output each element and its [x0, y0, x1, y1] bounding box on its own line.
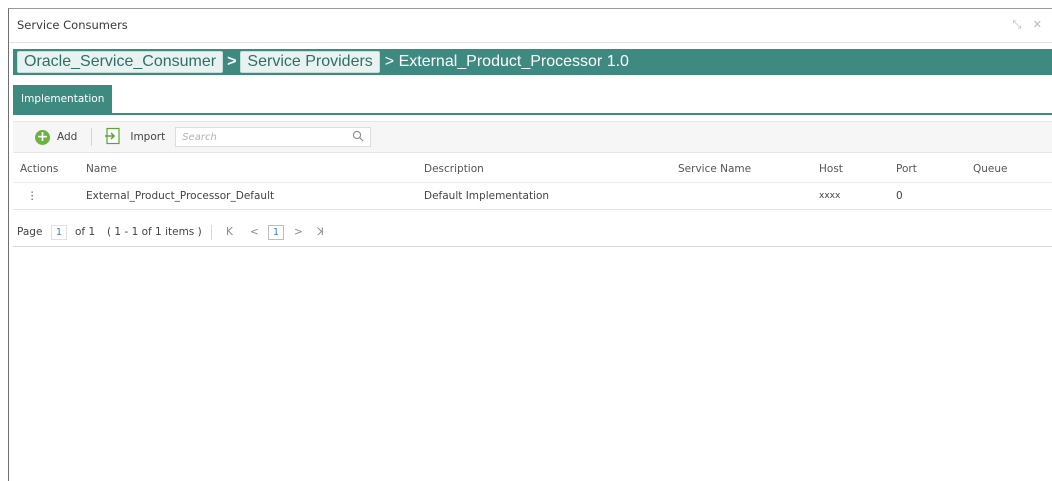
page-label: Page: [17, 226, 43, 238]
row-host: xxxx: [819, 191, 841, 201]
window-controls[interactable]: ⤡ ✕: [1012, 18, 1046, 32]
items-info: ( 1 - 1 of 1 items ): [107, 226, 202, 238]
current-page-button[interactable]: 1: [268, 225, 284, 240]
pager-divider: [211, 225, 212, 240]
table-header: Actions Name Description Service Name Ho…: [13, 156, 1052, 182]
row-port: 0: [896, 190, 903, 202]
pagination: Page 1 of 1 ( 1 - 1 of 1 items ) K < 1 >…: [13, 218, 1052, 247]
column-header-name[interactable]: Name: [86, 156, 117, 182]
toolbar: + Add Import: [13, 121, 1052, 153]
table-row[interactable]: ⋮ External_Product_Processor_Default Def…: [13, 182, 1052, 210]
plus-icon: +: [35, 128, 50, 145]
last-page-icon[interactable]: ꓘ: [317, 218, 324, 246]
import-icon: [104, 127, 122, 148]
add-button[interactable]: + Add: [35, 122, 77, 152]
breadcrumb-current: > External_Product_Processor 1.0: [384, 53, 629, 70]
breadcrumb: Oracle_Service_Consumer > Service Provid…: [13, 49, 1052, 75]
import-button-label: Import: [130, 131, 166, 143]
add-button-label: Add: [57, 131, 78, 143]
breadcrumb-separator: >: [227, 53, 237, 70]
first-page-icon[interactable]: K: [226, 218, 233, 246]
column-header-actions[interactable]: Actions: [20, 156, 58, 182]
column-header-description[interactable]: Description: [424, 156, 484, 182]
window-title: Service Consumers: [17, 18, 128, 32]
search-box: [175, 127, 372, 147]
next-page-icon[interactable]: >: [294, 218, 303, 246]
service-consumers-window: Service Consumers ⤡ ✕ Oracle_Service_Con…: [8, 8, 1052, 481]
toolbar-divider: [91, 128, 93, 146]
column-header-port[interactable]: Port: [896, 156, 917, 182]
import-button[interactable]: Import: [104, 122, 165, 152]
column-header-service-name[interactable]: Service Name: [678, 156, 751, 182]
breadcrumb-item-oracle-service-consumer[interactable]: Oracle_Service_Consumer: [17, 51, 224, 73]
search-icon[interactable]: [352, 130, 364, 145]
column-header-queue[interactable]: Queue: [973, 156, 1008, 182]
row-description: Default Implementation: [424, 190, 550, 202]
search-input[interactable]: [182, 131, 333, 143]
column-header-host[interactable]: Host: [819, 156, 843, 182]
row-name: External_Product_Processor_Default: [86, 190, 275, 202]
row-actions-menu-icon[interactable]: ⋮: [27, 183, 38, 209]
page-count: of 1: [75, 226, 96, 238]
previous-page-icon[interactable]: <: [250, 218, 259, 246]
window-titlebar: Service Consumers ⤡ ✕: [9, 9, 1052, 43]
page-number-input[interactable]: 1: [51, 225, 67, 240]
implementation-table: Actions Name Description Service Name Ho…: [13, 156, 1052, 210]
tab-implementation[interactable]: Implementation: [13, 85, 113, 113]
breadcrumb-item-service-providers[interactable]: Service Providers: [240, 51, 380, 73]
tab-bar: Implementation: [13, 85, 1052, 115]
